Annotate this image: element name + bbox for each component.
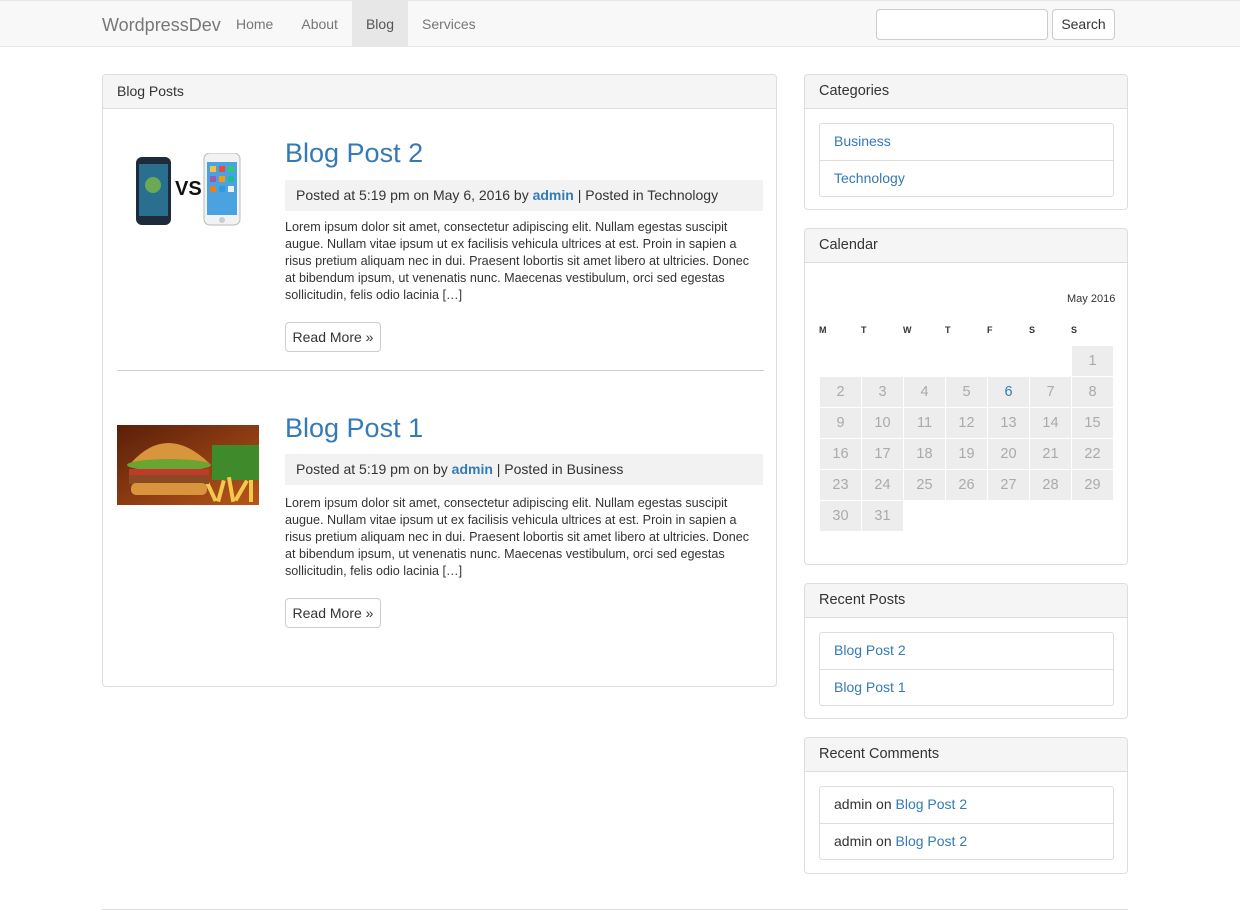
recent-posts-panel: Recent Posts Blog Post 2 Blog Post 1 xyxy=(804,583,1128,719)
calendar-day: 26 xyxy=(946,470,987,500)
phones-vs-image[interactable]: VS xyxy=(135,153,243,229)
calendar-day: 16 xyxy=(820,439,861,469)
calendar-day: 24 xyxy=(862,470,903,500)
navbar: WordpressDev Home About Blog Services Se… xyxy=(0,0,1240,47)
read-more-button[interactable]: Read More » xyxy=(285,598,381,628)
post-item: VS Blog Post 2 Posted at 5:19 pm on May … xyxy=(117,110,764,370)
brand-link[interactable]: WordpressDev xyxy=(102,15,221,36)
post-meta-prefix: Posted at 5:19 pm on May 6, 2016 by xyxy=(296,187,529,203)
recent-comments-list: admin on Blog Post 2 admin on Blog Post … xyxy=(819,786,1114,860)
calendar-day: 5 xyxy=(946,377,987,407)
calendar-weekday: T xyxy=(861,325,867,335)
calendar-day: 20 xyxy=(988,439,1029,469)
categories-list: Business Technology xyxy=(819,123,1114,197)
calendar-day: 2 xyxy=(820,377,861,407)
calendar-day: 30 xyxy=(820,501,861,531)
post-meta-suffix: | Posted in Business xyxy=(496,461,624,477)
search-input[interactable] xyxy=(876,9,1048,40)
calendar-day: 17 xyxy=(862,439,903,469)
nav-item-home[interactable]: Home xyxy=(222,1,287,47)
recent-comment-item: admin on Blog Post 2 xyxy=(820,787,1113,823)
burger-image[interactable] xyxy=(117,425,259,505)
comment-on-text: on xyxy=(876,796,892,812)
calendar-day: 25 xyxy=(904,470,945,500)
post-title-link[interactable]: Blog Post 1 xyxy=(285,413,423,444)
calendar-day: 21 xyxy=(1030,439,1071,469)
post-author-link[interactable]: admin xyxy=(533,187,574,203)
calendar-day: 13 xyxy=(988,408,1029,438)
calendar-weekday: S xyxy=(1029,325,1036,335)
main-nav: Home About Blog Services xyxy=(222,1,490,47)
post-meta-prefix: Posted at 5:19 pm on by xyxy=(296,461,448,477)
calendar-day: 27 xyxy=(988,470,1029,500)
recent-post-link[interactable]: Blog Post 2 xyxy=(820,633,1113,669)
calendar-day: 10 xyxy=(862,408,903,438)
recent-post-link[interactable]: Blog Post 1 xyxy=(820,669,1113,705)
panel-heading-recent-posts: Recent Posts xyxy=(805,584,1127,618)
calendar-day: 8 xyxy=(1072,377,1113,407)
categories-panel: Categories Business Technology xyxy=(804,74,1128,210)
post-meta-suffix: | Posted in Technology xyxy=(577,187,719,203)
calendar-day: 23 xyxy=(820,470,861,500)
post-author-link[interactable]: admin xyxy=(452,461,493,477)
comment-author: admin xyxy=(834,796,873,812)
svg-text:VS: VS xyxy=(175,178,202,200)
panel-heading-categories: Categories xyxy=(805,75,1127,109)
recent-comment-item: admin on Blog Post 2 xyxy=(820,823,1113,859)
panel-heading-recent-comments: Recent Comments xyxy=(805,738,1127,772)
calendar-day: 12 xyxy=(946,408,987,438)
footer-divider xyxy=(102,909,1128,910)
nav-item-about[interactable]: About xyxy=(287,1,352,47)
panel-heading-calendar: Calendar xyxy=(805,229,1127,263)
calendar-weekday: F xyxy=(987,325,993,335)
calendar-day[interactable]: 6 xyxy=(988,377,1029,407)
post-meta: Posted at 5:19 pm on May 6, 2016 by admi… xyxy=(285,180,763,211)
calendar-panel: Calendar May 2016 M T W T F S S 1 2 3 4 5 6 7 8 9 10 11 12… xyxy=(804,228,1128,565)
comment-author: admin xyxy=(834,833,873,849)
calendar-weekday: S xyxy=(1071,325,1078,335)
calendar-weekday: T xyxy=(945,325,951,335)
category-link-technology[interactable]: Technology xyxy=(820,160,1113,196)
comment-post-link[interactable]: Blog Post 2 xyxy=(896,796,968,812)
calendar-day: 11 xyxy=(904,408,945,438)
calendar-day: 28 xyxy=(1030,470,1071,500)
calendar-weekday: W xyxy=(903,325,912,335)
calendar-day: 15 xyxy=(1072,408,1113,438)
calendar-day: 19 xyxy=(946,439,987,469)
post-title-link[interactable]: Blog Post 2 xyxy=(285,138,423,169)
calendar-day: 18 xyxy=(904,439,945,469)
calendar-day: 14 xyxy=(1030,408,1071,438)
recent-comments-panel: Recent Comments admin on Blog Post 2 adm… xyxy=(804,737,1128,874)
calendar-day: 4 xyxy=(904,377,945,407)
search-button[interactable]: Search xyxy=(1052,9,1115,40)
comment-post-link[interactable]: Blog Post 2 xyxy=(896,833,968,849)
blog-posts-panel: Blog Posts VS Blog Post 2 Posted at 5:19… xyxy=(102,74,777,687)
post-excerpt: Lorem ipsum dolor sit amet, consectetur … xyxy=(285,220,750,302)
panel-heading-blog-posts: Blog Posts xyxy=(103,75,776,109)
calendar-day: 31 xyxy=(862,501,903,531)
recent-posts-list: Blog Post 2 Blog Post 1 xyxy=(819,632,1114,706)
post-divider xyxy=(117,370,764,371)
post-excerpt: Lorem ipsum dolor sit amet, consectetur … xyxy=(285,496,750,578)
calendar-day: 7 xyxy=(1030,377,1071,407)
post-item: Blog Post 1 Posted at 5:19 pm on by admi… xyxy=(117,385,764,645)
category-link-business[interactable]: Business xyxy=(820,124,1113,160)
calendar-day: 3 xyxy=(862,377,903,407)
read-more-button[interactable]: Read More » xyxy=(285,322,381,352)
comment-on-text: on xyxy=(876,833,892,849)
calendar-day: 22 xyxy=(1072,439,1113,469)
calendar-day: 9 xyxy=(820,408,861,438)
calendar-day: 1 xyxy=(1072,346,1113,376)
calendar-day: 29 xyxy=(1072,470,1113,500)
nav-item-blog[interactable]: Blog xyxy=(351,1,408,47)
calendar-caption: May 2016 xyxy=(1067,293,1116,305)
post-meta: Posted at 5:19 pm on by admin | Posted i… xyxy=(285,454,763,485)
calendar-weekday: M xyxy=(819,325,827,335)
nav-item-services[interactable]: Services xyxy=(408,1,490,47)
